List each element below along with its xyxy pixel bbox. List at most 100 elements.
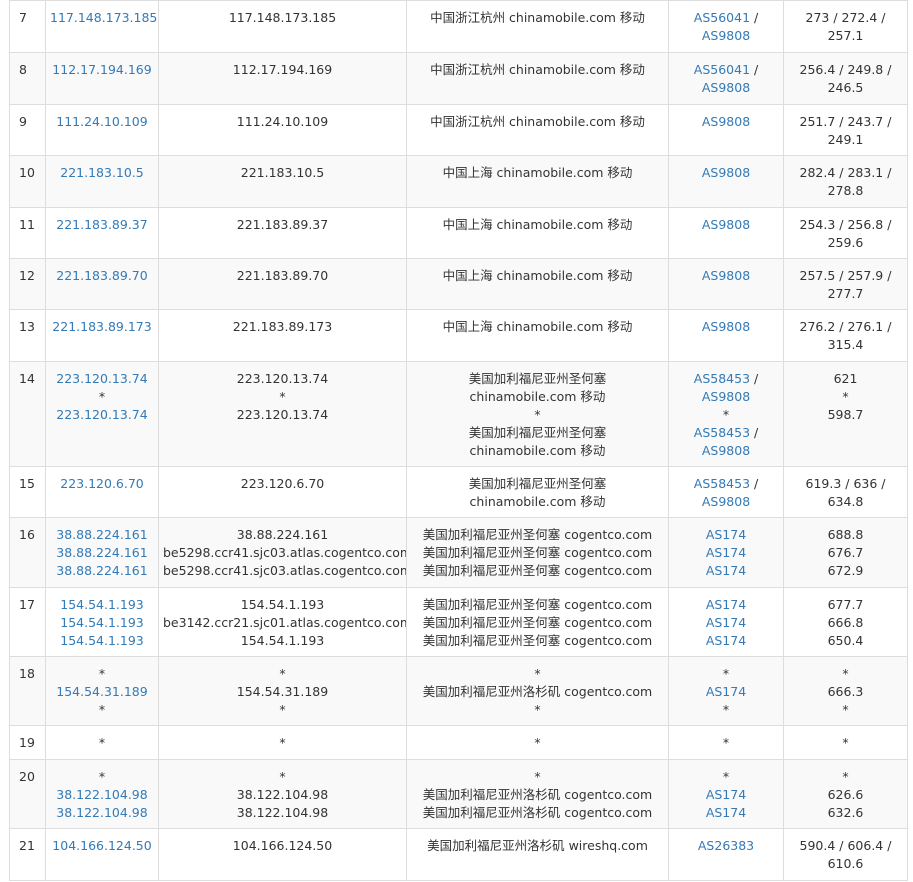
asn-link[interactable]: AS174	[706, 563, 746, 578]
ip-link[interactable]: 111.24.10.109	[50, 113, 154, 131]
ip-link[interactable]: 38.88.224.161	[50, 544, 154, 562]
asn-separator: /	[750, 476, 759, 491]
latency-text: 621	[833, 371, 858, 386]
asn-line: *	[673, 406, 779, 424]
latency-cell: *	[783, 725, 908, 760]
hostname-text: 154.54.31.189	[236, 684, 329, 699]
ip-cell: 221.183.89.37	[45, 207, 159, 259]
ip-link[interactable]: 223.120.6.70	[50, 475, 154, 493]
hostname-text: *	[279, 702, 286, 717]
ip-link[interactable]: 38.88.224.161	[50, 526, 154, 544]
no-reply-marker: *	[98, 702, 106, 717]
ip-link[interactable]: 154.54.1.193	[50, 614, 154, 632]
location-cell: 美国加利福尼亚州圣何塞 cogentco.com 美国加利福尼亚州圣何塞 coge…	[406, 587, 669, 657]
location-text: *	[534, 407, 541, 422]
asn-line: AS9808	[673, 216, 779, 234]
latency-text: 619.3 / 636 /	[805, 476, 886, 491]
asn-link[interactable]: AS9808	[702, 217, 750, 232]
hop-number-cell: 19	[9, 725, 46, 760]
ip-link[interactable]: 154.54.1.193	[50, 596, 154, 614]
asn-line: AS9808	[673, 164, 779, 182]
latency-text: 666.8	[827, 615, 864, 630]
asn-link[interactable]: AS9808	[702, 80, 750, 95]
ip-link[interactable]: 221.183.89.37	[50, 216, 154, 234]
asn-link[interactable]: AS56041	[694, 62, 750, 77]
asn-line: AS174	[673, 526, 779, 544]
asn-link[interactable]: AS58453	[694, 371, 750, 386]
hostname-cell: 111.24.10.109	[158, 104, 407, 156]
asn-link[interactable]: AS9808	[702, 165, 750, 180]
ip-link[interactable]: 221.183.10.5	[50, 164, 154, 182]
asn-cell: * AS174 AS174	[668, 759, 784, 829]
asn-line: AS174	[673, 683, 779, 701]
asn-link[interactable]: AS9808	[702, 114, 750, 129]
hostname-cell: * 154.54.31.189 *	[158, 656, 407, 726]
hostname-text: 221.183.10.5	[240, 165, 325, 180]
ip-cell: 221.183.89.173	[45, 309, 159, 362]
latency-text: *	[842, 666, 849, 681]
asn-link[interactable]: AS9808	[702, 28, 750, 43]
asn-link[interactable]: AS26383	[698, 838, 754, 853]
no-reply-marker: *	[98, 666, 106, 681]
latency-text: 276.2 / 276.1 /	[799, 319, 892, 334]
table-row: 16 38.88.224.161 38.88.224.161 38.88.224.16…	[9, 517, 908, 588]
latency-cell: 257.5 / 257.9 / 277.7	[783, 258, 908, 310]
asn-cell: AS9808	[668, 309, 784, 362]
ip-link[interactable]: 223.120.13.74	[50, 406, 154, 424]
hostname-text: 112.17.194.169	[232, 62, 333, 77]
asn-link[interactable]: AS174	[706, 684, 746, 699]
no-reply-marker: *	[722, 666, 730, 681]
asn-link[interactable]: AS174	[706, 615, 746, 630]
hostname-text: 221.183.89.173	[232, 319, 333, 334]
hostname-cell: 154.54.1.193 be3142.ccr21.sjc01.atlas.cog…	[158, 587, 407, 657]
ip-link[interactable]: 154.54.1.193	[50, 632, 154, 650]
latency-text: 688.8	[827, 527, 864, 542]
asn-link[interactable]: AS58453	[694, 425, 750, 440]
location-text: *	[534, 735, 541, 750]
ip-link[interactable]: 221.183.89.70	[50, 267, 154, 285]
latency-text: *	[842, 702, 849, 717]
latency-text: 677.7	[827, 597, 864, 612]
latency-text: 598.7	[827, 407, 864, 422]
location-text: 美国加利福尼亚州圣何塞 cogentco.com	[422, 633, 653, 648]
hostname-text: be3142.ccr21.sjc01.atlas.cogentco.com	[163, 615, 407, 630]
asn-link[interactable]: AS174	[706, 787, 746, 802]
no-reply-marker: *	[98, 735, 106, 750]
asn-link[interactable]: AS9808	[702, 319, 750, 334]
asn-line: AS174	[673, 562, 779, 580]
asn-link[interactable]: AS174	[706, 633, 746, 648]
ip-link[interactable]: 38.122.104.98	[50, 804, 154, 822]
asn-link[interactable]: AS9808	[702, 494, 750, 509]
asn-cell: AS9808	[668, 207, 784, 259]
traceroute-body: 7 117.148.173.185 117.148.173.185 中国浙江杭州 ch…	[9, 0, 908, 881]
asn-link[interactable]: AS174	[706, 805, 746, 820]
hop-number-cell: 10	[9, 155, 46, 208]
ip-link[interactable]: 38.88.224.161	[50, 562, 154, 580]
latency-cell: * 666.3 *	[783, 656, 908, 726]
asn-link[interactable]: AS56041	[694, 10, 750, 25]
location-text: 美国加利福尼亚州圣何塞	[468, 425, 607, 440]
asn-link[interactable]: AS174	[706, 545, 746, 560]
asn-line: *	[673, 768, 779, 786]
ip-link[interactable]: 154.54.31.189	[50, 683, 154, 701]
hostname-text: 223.120.13.74	[236, 371, 329, 386]
ip-link[interactable]: 221.183.89.173	[50, 318, 154, 336]
asn-link[interactable]: AS9808	[702, 268, 750, 283]
asn-separator: /	[750, 62, 759, 77]
asn-link[interactable]: AS9808	[702, 443, 750, 458]
ip-link[interactable]: 112.17.194.169	[50, 61, 154, 79]
ip-link[interactable]: 117.148.173.185	[50, 9, 157, 27]
location-text: *	[534, 666, 541, 681]
asn-link[interactable]: AS9808	[702, 389, 750, 404]
ip-link[interactable]: 223.120.13.74	[50, 370, 154, 388]
asn-link[interactable]: AS174	[706, 527, 746, 542]
ip-link[interactable]: 38.122.104.98	[50, 786, 154, 804]
asn-line: AS26383	[673, 837, 779, 855]
ip-link[interactable]: 104.166.124.50	[50, 837, 154, 855]
asn-link[interactable]: AS174	[706, 597, 746, 612]
asn-line: *	[673, 701, 779, 719]
hop-number: 15	[19, 476, 35, 491]
asn-link[interactable]: AS58453	[694, 476, 750, 491]
location-cell: 中国上海 chinamobile.com 移动	[406, 155, 669, 208]
location-text: 中国上海 chinamobile.com 移动	[442, 217, 633, 232]
